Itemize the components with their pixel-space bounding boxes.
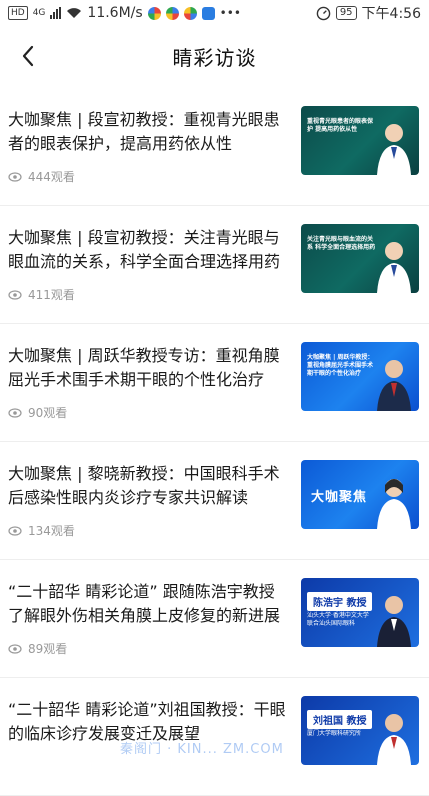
article-item[interactable]: 大咖聚焦 | 黎晓新教授：中国眼科手术后感染性眼内炎诊疗专家共识解读 134观看… <box>0 442 429 560</box>
doctor-portrait-icon <box>377 124 411 175</box>
doctor-portrait-icon <box>377 242 411 293</box>
article-thumbnail: 刘祖国 教授 厦门大学眼科研究所 <box>301 696 419 765</box>
network-type: 4G <box>32 8 46 18</box>
eye-icon <box>8 289 22 300</box>
thumbnail-caption: 大咖聚焦 | 周跃华教授：重视角膜屈光手术围手术期干眼的个性化治疗 <box>307 354 374 377</box>
clock: 下午4:56 <box>361 6 421 22</box>
article-item[interactable]: “二十韶华 睛彩论道”刘祖国教授：干眼的临床诊疗发展变迁及展望 刘祖国 教授 厦… <box>0 678 429 796</box>
more-notifications-icon: ••• <box>219 6 241 20</box>
thumbnail-caption: 关注青光眼与眼血流的关系 科学全面合理选择用药 <box>307 236 376 251</box>
article-title: “二十韶华 睛彩论道” 跟随陈浩宇教授了解眼外伤相关角膜上皮修复的新进展 <box>8 582 281 625</box>
speedometer-icon <box>316 6 331 20</box>
network-speed: 11.6M/s <box>87 5 143 21</box>
article-title: 大咖聚焦 | 段宣初教授：重视青光眼患者的眼表保护，提高用药依从性 <box>8 110 280 153</box>
article-item[interactable]: 大咖聚焦 | 周跃华教授专访：重视角膜屈光手术围手术期干眼的个性化治疗 90观看… <box>0 324 429 442</box>
doctor-portrait-icon <box>377 714 411 765</box>
article-item[interactable]: “二十韶华 睛彩论道” 跟随陈浩宇教授了解眼外伤相关角膜上皮修复的新进展 89观… <box>0 560 429 678</box>
view-count-text: 90观看 <box>28 406 68 420</box>
article-thumbnail: 大咖聚焦 | 周跃华教授：重视角膜屈光手术围手术期干眼的个性化治疗 <box>301 342 419 411</box>
article-item[interactable]: 大咖聚焦 | 段宣初教授：关注青光眼与眼血流的关系，科学全面合理选择用药 411… <box>0 206 429 324</box>
back-button[interactable] <box>12 40 44 72</box>
article-thumbnail: 关注青光眼与眼血流的关系 科学全面合理选择用药 <box>301 224 419 293</box>
watermark: 秦阁门 · KIN... ZM.COM <box>120 742 284 757</box>
article-title: 大咖聚焦 | 周跃华教授专访：重视角膜屈光手术围手术期干眼的个性化治疗 <box>8 346 280 389</box>
article-thumbnail: 重视青光眼患者的眼表保护 提高用药依从性 <box>301 106 419 175</box>
eye-icon <box>8 407 22 418</box>
view-count-text: 134观看 <box>28 524 75 538</box>
doctor-portrait-icon <box>377 360 411 411</box>
hd-indicator: HD <box>8 6 28 20</box>
view-count-text: 89观看 <box>28 642 68 656</box>
cloud-icon <box>201 6 215 20</box>
thumbnail-caption: 陈浩宇 教授 <box>307 592 373 611</box>
view-count-text: 411观看 <box>28 288 75 302</box>
article-list: 大咖聚焦 | 段宣初教授：重视青光眼患者的眼表保护，提高用药依从性 444观看 … <box>0 88 429 796</box>
status-left: HD 4G 11.6M/s ••• <box>8 5 241 21</box>
thumbnail-caption: 重视青光眼患者的眼表保护 提高用药依从性 <box>307 118 374 133</box>
page-title: 睛彩访谈 <box>172 45 257 70</box>
app-notification-icon <box>183 6 197 20</box>
thumbnail-caption: 大咖聚焦 <box>311 490 368 505</box>
doctor-portrait-icon <box>377 479 411 529</box>
eye-icon <box>8 525 22 536</box>
view-count: 444观看 <box>8 168 75 185</box>
article-title: 大咖聚焦 | 黎晓新教授：中国眼科手术后感染性眼内炎诊疗专家共识解读 <box>8 464 280 507</box>
app-notification-icon <box>147 6 161 20</box>
view-count: 90观看 <box>8 404 67 421</box>
status-right: 95 下午4:56 <box>316 3 421 23</box>
article-title: 大咖聚焦 | 段宣初教授：关注青光眼与眼血流的关系，科学全面合理选择用药 <box>8 228 281 271</box>
thumbnail-caption: 刘祖国 教授 <box>307 710 373 729</box>
signal-icon <box>50 7 62 19</box>
thumbnail-subcaption: 汕头大学·香港中文大学联合汕头国际眼科 <box>307 612 369 627</box>
article-thumbnail: 大咖聚焦 <box>301 460 419 529</box>
eye-icon <box>8 643 22 654</box>
view-count: 411观看 <box>8 286 75 303</box>
view-count: 89观看 <box>8 640 67 657</box>
app-notification-icon <box>165 6 179 20</box>
eye-icon <box>8 171 22 182</box>
wifi-icon <box>67 8 82 18</box>
navigation-bar: 睛彩访谈 <box>0 26 429 86</box>
battery-level: 95 <box>335 6 357 20</box>
doctor-portrait-icon <box>377 596 411 647</box>
status-bar: HD 4G 11.6M/s ••• 95 下午4:56 <box>0 0 429 26</box>
article-item[interactable]: 大咖聚焦 | 段宣初教授：重视青光眼患者的眼表保护，提高用药依从性 444观看 … <box>0 88 429 206</box>
view-count: 134观看 <box>8 522 75 539</box>
chevron-left-icon <box>22 45 34 67</box>
view-count-text: 444观看 <box>28 170 75 184</box>
article-thumbnail: 陈浩宇 教授 汕头大学·香港中文大学联合汕头国际眼科 <box>301 578 419 647</box>
thumbnail-subcaption: 厦门大学眼科研究所 <box>307 730 362 737</box>
